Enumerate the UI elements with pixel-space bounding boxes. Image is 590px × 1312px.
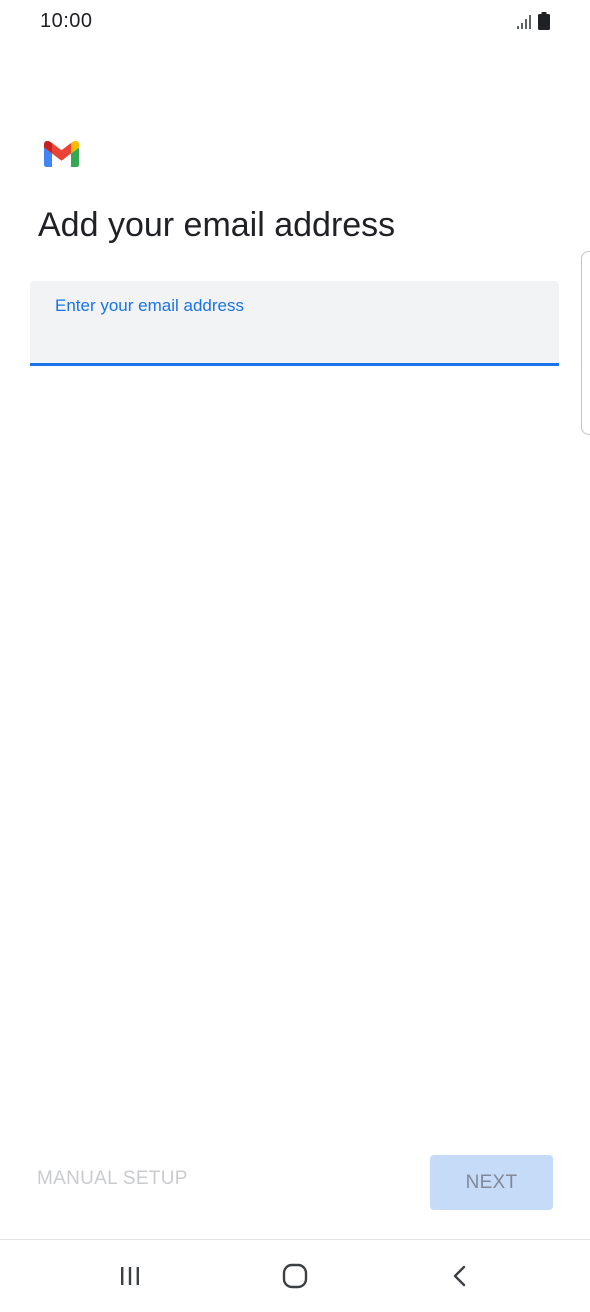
email-field[interactable]: Enter your email address [30,281,559,366]
system-nav-bar [0,1240,590,1312]
manual-setup-button[interactable]: MANUAL SETUP [37,1168,188,1190]
next-button[interactable]: NEXT [430,1155,553,1210]
email-field-label: Enter your email address [55,296,244,315]
battery-icon [538,12,550,30]
status-bar: 10:00 [0,0,590,44]
page-title: Add your email address [38,206,396,244]
status-icons [516,12,550,30]
home-button[interactable] [255,1240,335,1312]
back-icon [453,1265,466,1287]
recent-apps-button[interactable] [90,1240,170,1312]
home-icon [282,1263,308,1289]
status-time: 10:00 [40,10,93,32]
gmail-logo-icon [44,141,79,167]
email-input[interactable] [55,323,535,353]
back-button[interactable] [420,1240,500,1312]
edge-panel-handle[interactable] [581,251,590,435]
recent-apps-icon [121,1267,139,1285]
signal-icon [517,15,531,29]
